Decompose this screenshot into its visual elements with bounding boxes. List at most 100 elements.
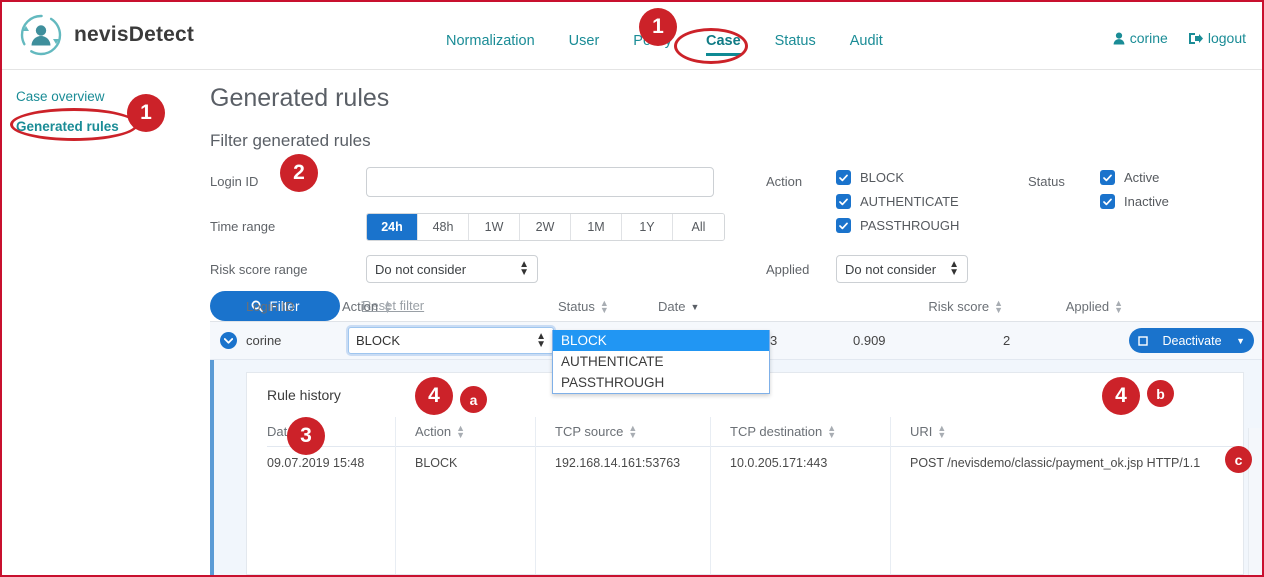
action-filter-block-label: BLOCK — [860, 170, 904, 185]
time-range-1w[interactable]: 1W — [469, 214, 520, 240]
subheader-tcp-destination[interactable]: TCP destination ▲▼ — [730, 424, 910, 439]
checkbox-checked-icon[interactable] — [836, 218, 851, 233]
user-icon — [1113, 32, 1125, 45]
cell-actions: Deactivate ▼ — [1123, 328, 1258, 353]
checkbox-checked-icon[interactable] — [1100, 194, 1115, 209]
checkbox-checked-icon[interactable] — [836, 170, 851, 185]
sort-icon[interactable]: ▲▼ — [827, 425, 836, 439]
brand-logo[interactable]: nevisDetect — [18, 12, 194, 58]
time-range-48h[interactable]: 48h — [418, 214, 469, 240]
subheader-tcp-destination-label: TCP destination — [730, 424, 822, 439]
sort-icon[interactable]: ▲▼ — [600, 300, 609, 314]
sort-icon[interactable]: ▲▼ — [383, 300, 392, 314]
action-option-passthrough[interactable]: PASSTHROUGH — [553, 372, 769, 393]
rule-history-title: Rule history — [267, 387, 341, 403]
time-range-1y[interactable]: 1Y — [622, 214, 673, 240]
current-user-label: corine — [1130, 30, 1168, 46]
subheader-uri-label: URI — [910, 424, 932, 439]
nav-item-case[interactable]: Case — [706, 33, 741, 56]
caret-down-icon[interactable]: ▼ — [1236, 336, 1245, 346]
action-filter-passthrough[interactable]: PASSTHROUGH — [836, 218, 959, 233]
action-filter-block[interactable]: BLOCK — [836, 170, 904, 185]
risk-score-range-select[interactable]: Do not consider ▲▼ — [366, 255, 538, 283]
stop-square-icon — [1138, 336, 1148, 346]
action-label: Action — [766, 174, 802, 189]
annotation-badge-nav-case: 1 — [639, 8, 677, 46]
nav-item-normalization[interactable]: Normalization — [446, 33, 535, 56]
action-filter-passthrough-label: PASSTHROUGH — [860, 218, 959, 233]
rule-history-header-row: Date ▼ Action ▲▼ TCP source ▲▼ TCP des — [267, 417, 1235, 447]
time-range-1m[interactable]: 1M — [571, 214, 622, 240]
header-login-id[interactable]: Login ID — [246, 299, 342, 314]
status-filter-active-label: Active — [1124, 170, 1159, 185]
sort-icon[interactable]: ▲▼ — [456, 425, 465, 439]
column-divider — [535, 417, 536, 574]
nav-item-audit[interactable]: Audit — [850, 33, 883, 56]
updown-icon: ▲▼ — [536, 333, 546, 349]
status-filter-inactive[interactable]: Inactive — [1100, 194, 1169, 209]
filter-panel: Login ID Time range 24h 48h 1W 2W 1M 1Y … — [210, 167, 1262, 277]
header-user-actions: corine logout — [1113, 30, 1246, 46]
time-range-all[interactable]: All — [673, 214, 724, 240]
cell-action: BLOCK ▲▼ — [342, 327, 558, 354]
checkbox-checked-icon[interactable] — [1100, 170, 1115, 185]
header-risk-score[interactable]: Risk score ▲▼ — [853, 299, 1003, 314]
action-select-dropdown[interactable]: BLOCK AUTHENTICATE PASSTHROUGH — [552, 330, 770, 394]
deactivate-button-label: Deactivate — [1148, 334, 1236, 348]
deactivate-button[interactable]: Deactivate ▼ — [1129, 328, 1254, 353]
time-range-24h[interactable]: 24h — [367, 214, 418, 240]
subheader-action-label: Action — [415, 424, 451, 439]
table-header-row: Login ID Action ▲▼ Status ▲▼ Date ▼ Risk… — [210, 292, 1262, 322]
nav-item-user[interactable]: User — [569, 33, 600, 56]
history-cell-action: BLOCK — [415, 456, 555, 470]
header-date[interactable]: Date ▼ — [658, 299, 853, 314]
action-option-authenticate[interactable]: AUTHENTICATE — [553, 351, 769, 372]
action-filter-authenticate[interactable]: AUTHENTICATE — [836, 194, 959, 209]
sort-icon[interactable]: ▲▼ — [937, 425, 946, 439]
vertical-scrollbar[interactable] — [1248, 428, 1262, 575]
annotation-badge-action-column-sub: a — [460, 386, 487, 413]
time-range-2w[interactable]: 2W — [520, 214, 571, 240]
sort-icon[interactable]: ▲▼ — [1114, 300, 1123, 314]
header-action[interactable]: Action ▲▼ — [342, 299, 558, 314]
main-content: Generated rules Filter generated rules L… — [210, 70, 1262, 575]
cell-applied: 2 — [1003, 333, 1123, 348]
chevron-down-circle-icon[interactable] — [220, 332, 237, 349]
nav-item-status[interactable]: Status — [775, 33, 816, 56]
history-cell-date: 09.07.2019 15:48 — [267, 456, 415, 470]
cell-login-id: corine — [246, 333, 342, 348]
action-select[interactable]: BLOCK ▲▼ — [348, 327, 554, 354]
column-divider — [710, 417, 711, 574]
header-applied[interactable]: Applied ▲▼ — [1003, 299, 1123, 314]
app-window: nevisDetect Normalization User Policy Ca… — [0, 0, 1264, 577]
header-status[interactable]: Status ▲▼ — [558, 299, 658, 314]
history-cell-tcp-source: 192.168.14.161:53763 — [555, 456, 730, 470]
login-id-label: Login ID — [210, 174, 258, 189]
sort-icon[interactable]: ▲▼ — [628, 425, 637, 439]
login-id-input[interactable] — [366, 167, 714, 197]
logout-label: logout — [1208, 30, 1246, 46]
sidebar: Case overview Generated rules — [2, 70, 210, 575]
sidebar-item-case-overview[interactable]: Case overview — [16, 89, 105, 104]
time-range-label: Time range — [210, 219, 275, 234]
action-option-block[interactable]: BLOCK — [553, 330, 769, 351]
applied-select[interactable]: Do not consider ▲▼ — [836, 255, 968, 283]
sort-icon[interactable]: ▲▼ — [994, 300, 1003, 314]
history-cell-uri: POST /nevisdemo/classic/payment_ok.jsp H… — [910, 456, 1235, 470]
sidebar-item-generated-rules[interactable]: Generated rules — [16, 119, 119, 134]
expand-cell — [210, 332, 246, 349]
annotation-badge-action-column: 4 — [415, 377, 453, 415]
page-title: Generated rules — [210, 84, 1262, 113]
header-date-label: Date — [658, 299, 685, 314]
cell-risk-score: 0.909 — [853, 333, 1003, 348]
logout-button[interactable]: logout — [1188, 30, 1246, 46]
status-filter-active[interactable]: Active — [1100, 170, 1159, 185]
subheader-action[interactable]: Action ▲▼ — [415, 424, 555, 439]
applied-value: Do not consider — [845, 262, 936, 277]
brand-name: nevisDetect — [74, 23, 194, 47]
checkbox-checked-icon[interactable] — [836, 194, 851, 209]
current-user[interactable]: corine — [1113, 30, 1168, 46]
sort-desc-icon[interactable]: ▼ — [690, 302, 699, 312]
subheader-uri[interactable]: URI ▲▼ — [910, 424, 1235, 439]
subheader-tcp-source[interactable]: TCP source ▲▼ — [555, 424, 730, 439]
